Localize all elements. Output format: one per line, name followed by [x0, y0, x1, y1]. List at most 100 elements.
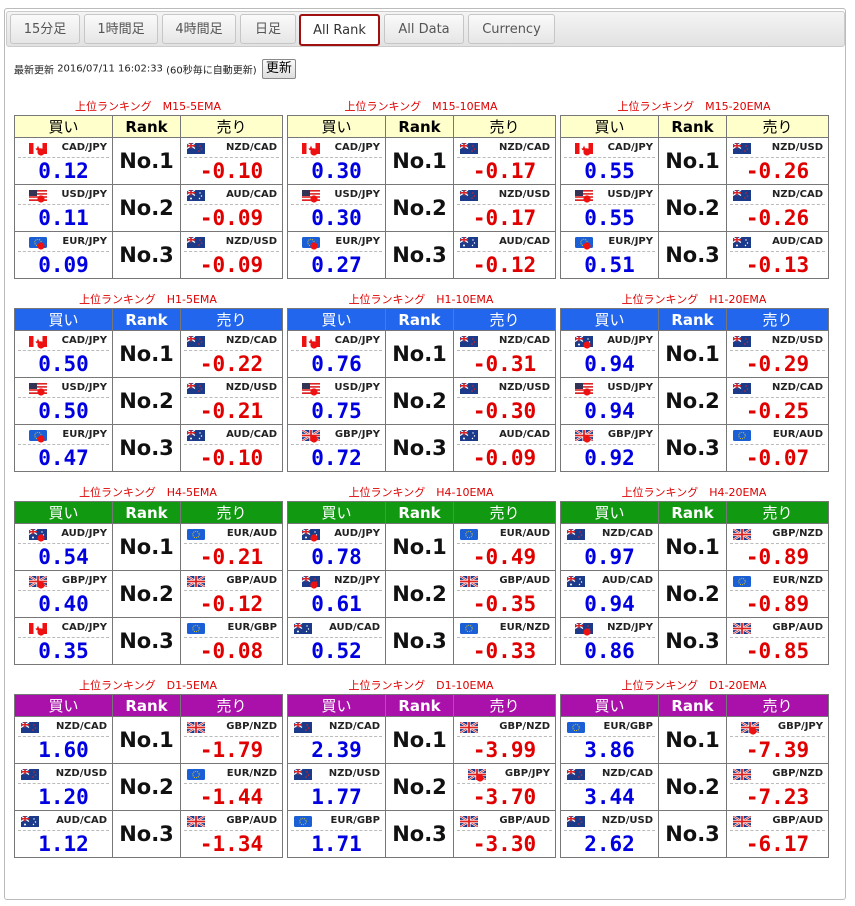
sell-cell: AUD/CAD -0.09 — [453, 424, 556, 472]
table-row: EUR/JPY 0.27 No.3 AUD/CAD -0.12 — [287, 231, 556, 279]
tab-15min[interactable]: 15分足 — [10, 14, 80, 44]
buy-cell: CAD/JPY 0.30 — [287, 137, 386, 185]
buy-pair-label: AUD/JPY — [564, 332, 655, 351]
table-row: NZD/JPY 0.61 No.2 GBP/AUD -0.35 — [287, 570, 556, 618]
sell-pair-text: GBP/AUD — [772, 622, 823, 633]
table-row: USD/JPY 0.30 No.2 NZD/USD -0.17 — [287, 184, 556, 232]
buy-value: 1.60 — [38, 738, 89, 762]
table-row: USD/JPY 0.94 No.2 NZD/CAD -0.25 — [560, 377, 829, 425]
tab-all-rank[interactable]: All Rank — [299, 14, 380, 46]
buy-pair-label: NZD/USD — [18, 765, 109, 784]
buy-cell: EUR/JPY 0.51 — [560, 231, 659, 279]
buy-pair-text: USD/JPY — [61, 382, 107, 393]
rank-label: No.2 — [112, 763, 181, 811]
sell-pair-label: GBP/NZD — [457, 718, 552, 737]
sell-cell: GBP/NZD -7.23 — [726, 763, 829, 811]
rank-label: No.1 — [385, 137, 454, 185]
rank-label: No.2 — [385, 377, 454, 425]
sell-value: -1.34 — [199, 832, 264, 856]
sell-cell: GBP/AUD -0.85 — [726, 617, 829, 665]
sell-value: -0.35 — [472, 592, 537, 616]
buy-value: 0.54 — [38, 545, 89, 569]
sell-pair-text: NZD/USD — [771, 142, 823, 153]
sell-pair-text: NZD/CAD — [226, 335, 277, 346]
buy-value: 0.27 — [311, 253, 362, 277]
tab-all-data[interactable]: All Data — [384, 14, 464, 44]
buy-value: 0.94 — [584, 592, 635, 616]
table-header: 買い Rank 売り — [560, 115, 829, 138]
rank-label: No.3 — [658, 231, 727, 279]
table-row: GBP/JPY 0.72 No.3 AUD/CAD -0.09 — [287, 424, 556, 472]
canada-flag-icon — [567, 143, 593, 156]
buy-value: 0.94 — [584, 399, 635, 423]
sell-pair-text: NZD/CAD — [499, 335, 550, 346]
rank-label: No.2 — [112, 377, 181, 425]
buy-pair-label: NZD/JPY — [291, 572, 382, 591]
sell-value: -0.13 — [745, 253, 810, 277]
sell-value: -3.70 — [472, 785, 537, 809]
new-zealand-flag-icon — [567, 622, 593, 636]
new-zealand-flag-icon — [459, 335, 478, 347]
buy-value: 0.97 — [584, 545, 635, 569]
header-buy: 買い — [287, 694, 386, 717]
sell-value: -0.33 — [472, 639, 537, 663]
sell-value: -0.85 — [745, 639, 810, 663]
canada-flag-icon — [294, 143, 320, 156]
refresh-button[interactable]: 更新 — [261, 59, 296, 79]
tab-4hour[interactable]: 4時間足 — [162, 14, 236, 44]
sell-pair-text: EUR/AUD — [226, 528, 277, 539]
ranking-table: 買い Rank 売り CAD/JPY 0.76 No.1 NZD/CAD -0.31 USD/J… — [287, 308, 556, 472]
table-header: 買い Rank 売り — [14, 308, 283, 331]
table-row: AUD/JPY 0.54 No.1 EUR/AUD -0.21 — [14, 523, 283, 571]
tab-currency[interactable]: Currency — [468, 14, 555, 44]
us-flag-icon — [21, 383, 47, 396]
eu-flag-icon — [460, 623, 478, 634]
table-row: CAD/JPY 0.55 No.1 NZD/USD -0.26 — [560, 137, 829, 185]
ranking-table: 買い Rank 売り NZD/CAD 0.97 No.1 GBP/NZD -0.89 AUD/C… — [560, 501, 829, 665]
sell-pair-text: AUD/CAD — [226, 189, 277, 200]
buy-value: 0.61 — [311, 592, 362, 616]
uk-flag-icon — [732, 528, 752, 541]
header-rank: Rank — [658, 115, 727, 138]
rank-label: No.2 — [385, 184, 454, 232]
buy-value: 0.12 — [38, 159, 89, 183]
sell-value: -0.12 — [199, 592, 264, 616]
panel-title: 上位ランキング H1-10EMA — [348, 293, 494, 306]
australia-flag-icon — [294, 528, 320, 542]
table-row: NZD/USD 1.20 No.2 EUR/NZD -1.44 — [14, 763, 283, 811]
buy-pair-text: GBP/JPY — [334, 429, 380, 440]
canada-flag-icon — [21, 336, 47, 349]
sell-pair-label: AUD/CAD — [730, 233, 825, 252]
panel-title: 上位ランキング H4-20EMA — [621, 486, 767, 499]
rank-label: No.3 — [112, 810, 181, 858]
buy-pair-label: CAD/JPY — [291, 332, 382, 351]
table-row: AUD/CAD 0.52 No.3 EUR/NZD -0.33 — [287, 617, 556, 665]
rank-label: No.3 — [658, 424, 727, 472]
eu-flag-icon — [294, 816, 312, 827]
sell-pair-text: EUR/NZD — [772, 575, 823, 586]
sell-pair-text: NZD/USD — [771, 335, 823, 346]
sell-cell: NZD/CAD -0.31 — [453, 330, 556, 378]
buy-pair-label: AUD/CAD — [564, 572, 655, 591]
buy-cell: USD/JPY 0.55 — [560, 184, 659, 232]
buy-cell: CAD/JPY 0.12 — [14, 137, 113, 185]
new-zealand-flag-icon — [294, 575, 320, 589]
buy-pair-label: USD/JPY — [291, 186, 382, 205]
buy-pair-label: NZD/CAD — [564, 765, 655, 784]
tab-daily[interactable]: 日足 — [240, 14, 296, 44]
sell-cell: NZD/USD -0.21 — [180, 377, 283, 425]
update-note: (60秒毎に自動更新) — [166, 65, 257, 77]
us-flag-icon — [567, 383, 593, 396]
tab-1hour[interactable]: 1時間足 — [84, 14, 158, 44]
rank-label: No.3 — [658, 617, 727, 665]
sell-value: -0.29 — [745, 352, 810, 376]
australia-flag-icon — [732, 236, 751, 248]
buy-value: 1.20 — [38, 785, 89, 809]
uk-flag-icon — [294, 429, 321, 443]
buy-pair-label: CAD/JPY — [18, 139, 109, 158]
new-zealand-flag-icon — [732, 382, 751, 394]
australia-flag-icon — [186, 189, 205, 201]
new-zealand-flag-icon — [732, 142, 751, 154]
sell-cell: GBP/JPY -7.39 — [726, 716, 829, 764]
buy-pair-text: AUD/JPY — [334, 528, 380, 539]
